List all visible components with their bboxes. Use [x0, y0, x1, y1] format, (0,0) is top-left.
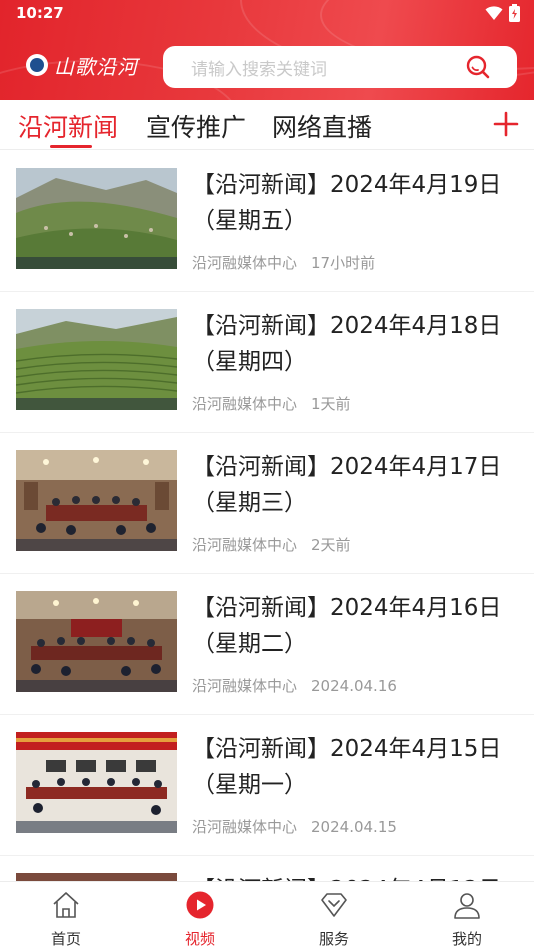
news-title: 【沿河新闻】2024年4月17日（星期三）: [192, 454, 502, 516]
news-thumbnail: [16, 168, 177, 269]
news-meta: 沿河融媒体中心 2024.04.16: [192, 675, 397, 696]
news-source: 沿河融媒体中心: [192, 536, 298, 554]
user-icon: [454, 893, 480, 919]
search-placeholder: 请输入搜索关键词: [191, 59, 327, 80]
news-thumbnail: [16, 732, 177, 833]
category-tabs: 沿河新闻 宣传推广 网络直播: [0, 100, 534, 150]
status-icons: [485, 4, 520, 22]
news-item[interactable]: 【沿河新闻】2024年4月16日（星期二） 沿河融媒体中心 2024.04.16: [0, 574, 534, 715]
news-item[interactable]: 【沿河新闻】2024年4月19日（星期五） 沿河融媒体中心 17小时前: [0, 151, 534, 292]
play-icon: [186, 891, 214, 919]
news-item[interactable]: 【沿河新闻】2024年4月12日（星期五）: [0, 856, 534, 881]
news-time: 2024.04.15: [311, 818, 397, 836]
news-meta: 沿河融媒体中心 2024.04.15: [192, 816, 397, 837]
news-thumbnail: [16, 309, 177, 410]
nav-video[interactable]: 视频: [160, 888, 240, 948]
news-source: 沿河融媒体中心: [192, 818, 298, 836]
nav-service-label: 服务: [318, 930, 349, 948]
news-meta: 沿河融媒体中心 2天前: [192, 534, 351, 555]
bottom-nav: 首页 视频 服务 我的: [0, 881, 534, 950]
news-item[interactable]: 【沿河新闻】2024年4月18日（星期四） 沿河融媒体中心 1天前: [0, 292, 534, 433]
logo-text: 山歌沿河: [54, 54, 138, 79]
nav-service[interactable]: 服务: [294, 888, 374, 948]
news-time: 1天前: [311, 395, 351, 413]
diamond-icon: [321, 893, 347, 917]
search-icon[interactable]: [465, 54, 491, 80]
app-logo[interactable]: 山歌沿河: [26, 50, 138, 80]
add-channel-icon[interactable]: [492, 110, 520, 138]
news-title: 【沿河新闻】2024年4月16日（星期二）: [192, 595, 502, 657]
nav-mine-label: 我的: [451, 930, 482, 948]
news-time: 2天前: [311, 536, 351, 554]
search-input[interactable]: 请输入搜索关键词: [163, 46, 517, 88]
news-thumbnail: [16, 450, 177, 551]
nav-mine[interactable]: 我的: [427, 888, 507, 948]
nav-video-label: 视频: [184, 930, 215, 948]
status-time: 10:27: [16, 4, 64, 22]
news-time: 2024.04.16: [311, 677, 397, 695]
news-title: 【沿河新闻】2024年4月18日（星期四）: [192, 313, 502, 375]
news-item[interactable]: 【沿河新闻】2024年4月17日（星期三） 沿河融媒体中心 2天前: [0, 433, 534, 574]
wifi-icon: [485, 6, 503, 20]
status-bar: 10:27: [0, 0, 534, 28]
nav-home[interactable]: 首页: [26, 888, 106, 948]
news-list: 【沿河新闻】2024年4月19日（星期五） 沿河融媒体中心 17小时前 【沿河新闻…: [0, 151, 534, 881]
nav-home-label: 首页: [50, 930, 81, 948]
news-thumbnail: [16, 873, 177, 881]
tab-promotion[interactable]: 宣传推广: [146, 108, 246, 144]
tab-yanhe-news[interactable]: 沿河新闻: [18, 108, 118, 144]
active-tab-indicator: [50, 145, 92, 148]
news-title: 【沿河新闻】2024年4月12日（星期五）: [192, 872, 522, 881]
news-thumbnail: [16, 591, 177, 692]
news-source: 沿河融媒体中心: [192, 677, 298, 695]
news-source: 沿河融媒体中心: [192, 395, 298, 413]
tab-live-stream[interactable]: 网络直播: [272, 108, 372, 144]
news-item[interactable]: 【沿河新闻】2024年4月15日（星期一） 沿河融媒体中心 2024.04.15: [0, 715, 534, 856]
news-title: 【沿河新闻】2024年4月19日（星期五）: [192, 172, 502, 234]
news-title: 【沿河新闻】2024年4月15日（星期一）: [192, 736, 502, 798]
home-icon: [53, 892, 79, 918]
news-time: 17小时前: [311, 254, 376, 272]
battery-icon: [509, 4, 520, 22]
header: 10:27 山歌沿河 请输入搜索关键词: [0, 0, 534, 100]
news-source: 沿河融媒体中心: [192, 254, 298, 272]
logo-mark-icon: [26, 54, 48, 76]
news-meta: 沿河融媒体中心 17小时前: [192, 252, 375, 273]
news-meta: 沿河融媒体中心 1天前: [192, 393, 351, 414]
app-root: 10:27 山歌沿河 请输入搜索关键词 沿河新闻 宣传推广 网络直播 【沿河新闻…: [0, 0, 534, 950]
